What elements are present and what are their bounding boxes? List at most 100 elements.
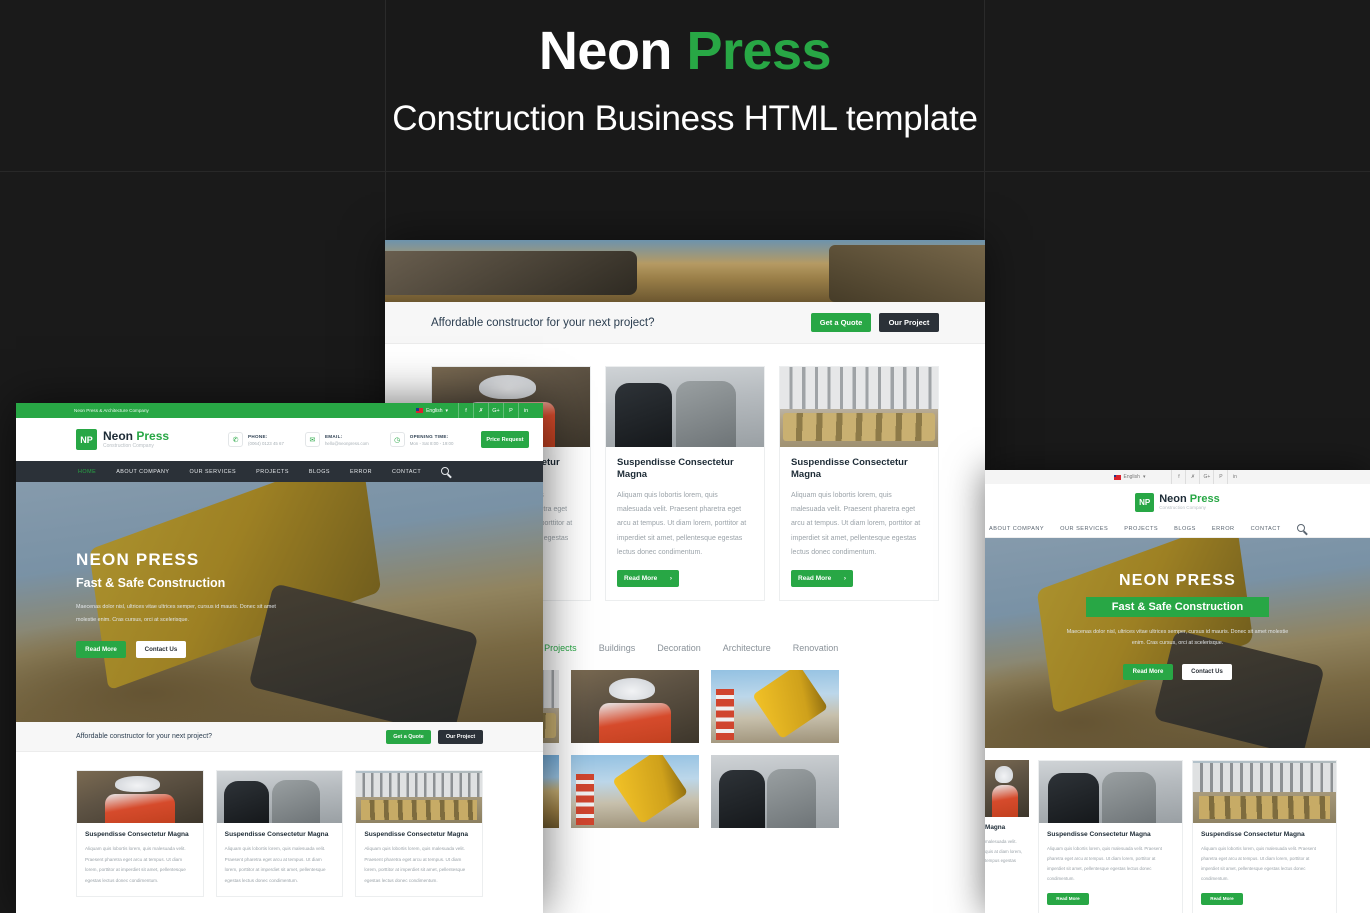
logo[interactable]: NP Neon Press Construction Company bbox=[1135, 492, 1220, 512]
hero-subtitle: Fast & Safe Construction bbox=[76, 576, 226, 590]
nav-item-about-company[interactable]: ABOUT COMPANY bbox=[989, 526, 1044, 532]
nav-item-blogs[interactable]: BLOGS bbox=[309, 469, 330, 475]
project-item[interactable] bbox=[711, 755, 839, 829]
info-email-label: EMAIL: bbox=[324, 433, 343, 439]
hero-content: NEON PRESS Fast & Safe Construction Maec… bbox=[76, 550, 336, 659]
hero-read-more-button[interactable]: Read More bbox=[1123, 663, 1173, 680]
search-icon[interactable] bbox=[1296, 523, 1305, 534]
chevron-right-icon: › bbox=[669, 575, 672, 583]
project-item[interactable] bbox=[711, 670, 839, 744]
linkedin-icon[interactable]: in bbox=[1227, 470, 1241, 484]
linkedin-icon[interactable]: in bbox=[518, 403, 533, 418]
logo-tagline: Construction Company bbox=[1159, 505, 1206, 511]
right-hero: NEON PRESS Fast & Safe Construction Maec… bbox=[985, 538, 1370, 748]
twitter-icon[interactable]: ✗ bbox=[473, 403, 488, 418]
logo-name-neon: Neon bbox=[103, 429, 137, 444]
card-item[interactable]: Suspendisse Consectetur Magna Aliquam qu… bbox=[355, 770, 484, 898]
nav-item-about-company[interactable]: ABOUT COMPANY bbox=[116, 469, 169, 475]
card-title: Suspendisse Consectetur Magna bbox=[224, 831, 329, 838]
cta-text: Affordable constructor for your next pro… bbox=[431, 316, 655, 329]
nav-item-blogs[interactable]: BLOGS bbox=[1174, 526, 1196, 532]
google-plus-icon[interactable]: G+ bbox=[1199, 470, 1213, 484]
get-a-quote-button[interactable]: Get a Quote bbox=[386, 729, 431, 744]
product-title-neon: Neon bbox=[538, 21, 673, 81]
pinterest-icon[interactable]: P bbox=[503, 403, 518, 418]
logo-text: Neon Press Construction Company bbox=[103, 430, 169, 449]
read-more-button[interactable]: Read More › bbox=[617, 570, 679, 588]
cta-buttons: Get a Quote Our Project bbox=[811, 313, 939, 332]
info-phone-value: (0064) 0123 45 67 bbox=[248, 440, 284, 446]
project-item[interactable] bbox=[571, 670, 699, 744]
read-more-button[interactable]: Read More bbox=[1047, 892, 1089, 905]
google-plus-icon[interactable]: G+ bbox=[488, 403, 503, 418]
project-item[interactable] bbox=[571, 755, 699, 829]
our-project-button[interactable]: Our Project bbox=[879, 313, 939, 332]
read-more-button[interactable]: Read More bbox=[1201, 892, 1243, 905]
card-title: Suspendisse Consectetur Magna bbox=[617, 457, 734, 481]
product-title: Neon Press bbox=[0, 21, 1370, 81]
language-selector[interactable]: English ▾ bbox=[416, 408, 448, 414]
info-phone-label: PHONE: bbox=[248, 433, 268, 439]
twitter-icon[interactable]: ✗ bbox=[1185, 470, 1199, 484]
our-project-button[interactable]: Our Project bbox=[438, 729, 483, 744]
card-image bbox=[985, 760, 1029, 817]
card-body: malesuada velit. quis at diam lorem, tem… bbox=[985, 839, 1023, 864]
read-more-button[interactable]: Read More › bbox=[791, 570, 853, 588]
right-nav: ABOUT COMPANY OUR SERVICES PROJECTS BLOG… bbox=[985, 520, 1370, 538]
card-item[interactable]: Suspendisse Consectetur Magna Aliquam qu… bbox=[1192, 760, 1337, 913]
logo-name-press: Press bbox=[136, 429, 170, 444]
card-body: Aliquam quis lobortis lorem, quis malesu… bbox=[1047, 846, 1162, 882]
facebook-icon[interactable]: f bbox=[1171, 470, 1185, 484]
card-item[interactable]: Suspendisse Consectetur Magna Aliquam qu… bbox=[605, 366, 765, 602]
nav-item-error[interactable]: ERROR bbox=[1212, 526, 1235, 532]
price-request-button[interactable]: Price Request bbox=[481, 431, 529, 448]
nav-item-our-services[interactable]: OUR SERVICES bbox=[190, 469, 237, 475]
nav-item-home[interactable]: HOME bbox=[78, 469, 96, 475]
logo-name-neon: Neon bbox=[1159, 492, 1190, 505]
hero-content: NEON PRESS Fast & Safe Construction Maec… bbox=[985, 572, 1370, 680]
nav-item-error[interactable]: ERROR bbox=[350, 469, 372, 475]
flag-icon bbox=[416, 408, 424, 413]
get-a-quote-button[interactable]: Get a Quote bbox=[811, 313, 871, 332]
card-item[interactable]: Suspendisse Consectetur Magna Aliquam qu… bbox=[1038, 760, 1183, 913]
clock-icon: ◷ bbox=[389, 432, 405, 447]
main-hero: NEON PRESS Fast & Safe Construction Maec… bbox=[16, 482, 543, 722]
card-item[interactable]: Suspendisse Consectetur Magna Aliquam qu… bbox=[76, 770, 204, 898]
card-item[interactable]: Suspendisse Consectetur Magna Aliquam qu… bbox=[215, 770, 344, 898]
nav-item-projects[interactable]: PROJECTS bbox=[256, 469, 289, 475]
hero-title: NEON PRESS bbox=[76, 550, 200, 569]
logo[interactable]: NP Neon Press Construction Company bbox=[76, 429, 169, 450]
card-item[interactable]: Suspendisse Consectetur Magna Aliquam qu… bbox=[779, 366, 939, 602]
hero-buttons: Read More Contact Us bbox=[76, 641, 336, 659]
nav-item-contact[interactable]: CONTACT bbox=[392, 469, 421, 475]
search-icon[interactable] bbox=[441, 466, 450, 477]
hero-read-more-button[interactable]: Read More bbox=[76, 641, 126, 659]
mail-icon: ✉ bbox=[304, 432, 320, 447]
nav-item-projects[interactable]: PROJECTS bbox=[1124, 526, 1158, 532]
card-body: Aliquam quis lobortis lorem, quis malesu… bbox=[85, 846, 186, 883]
card-item[interactable]: Magna malesuada velit. quis at diam lore… bbox=[985, 760, 1029, 913]
nav-item-contact[interactable]: CONTACT bbox=[1251, 526, 1281, 532]
nav-item-our-services[interactable]: OUR SERVICES bbox=[1060, 526, 1108, 532]
info-email: ✉ EMAIL: hello@neonpress.com bbox=[304, 432, 369, 447]
product-title-press: Press bbox=[686, 21, 832, 81]
filter-renovation[interactable]: Renovation bbox=[793, 643, 839, 653]
card-image bbox=[606, 367, 764, 447]
language-selector[interactable]: English ▾ bbox=[1113, 474, 1145, 480]
hero-contact-us-button[interactable]: Contact Us bbox=[136, 641, 186, 659]
filter-decoration[interactable]: Decoration bbox=[657, 643, 701, 653]
filter-architecture[interactable]: Architecture bbox=[723, 643, 771, 653]
hero-contact-us-button[interactable]: Contact Us bbox=[1182, 663, 1232, 680]
facebook-icon[interactable]: f bbox=[458, 403, 473, 418]
read-more-label: Read More bbox=[624, 575, 658, 583]
filter-buildings[interactable]: Buildings bbox=[599, 643, 636, 653]
pinterest-icon[interactable]: P bbox=[1213, 470, 1227, 484]
cta-buttons: Get a Quote Our Project bbox=[386, 729, 483, 744]
topbar-tagline: Neon Press & Architecture Company bbox=[74, 408, 149, 413]
center-hero-strip bbox=[385, 240, 985, 302]
main-cards-row: Suspendisse Consectetur Magna Aliquam qu… bbox=[16, 752, 543, 898]
hero-paragraph: Maecenas dolor nisl, ultrices vitae ultr… bbox=[1066, 629, 1289, 647]
hero-buttons: Read More Contact Us bbox=[985, 663, 1370, 680]
logo-mark: NP bbox=[76, 429, 97, 450]
card-image bbox=[77, 771, 203, 823]
